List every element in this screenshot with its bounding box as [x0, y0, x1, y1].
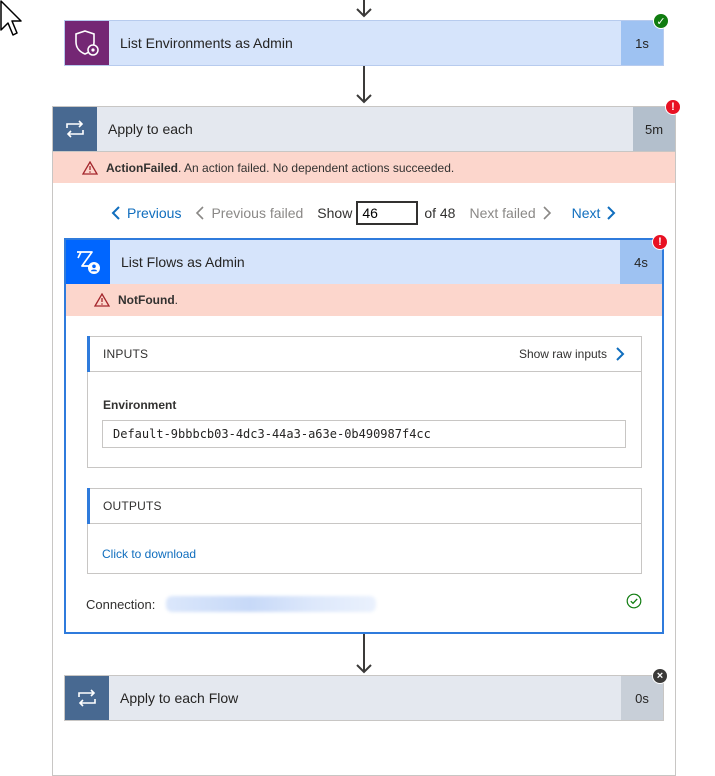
error-banner: NotFound.: [66, 284, 662, 316]
show-raw-inputs-link[interactable]: Show raw inputs: [519, 347, 625, 361]
chevron-left-icon: [111, 206, 120, 220]
previous-failed-label: Previous failed: [211, 205, 304, 221]
arrow-down-icon: [356, 94, 372, 104]
loop-icon: [66, 120, 84, 138]
loop-icon: [78, 689, 96, 707]
error-exclamation-icon: !: [665, 99, 681, 115]
outputs-heading: OUTPUTS: [103, 499, 162, 513]
action-card-apply-to-each[interactable]: Apply to each 5m: [52, 106, 676, 152]
next-failed-label: Next failed: [469, 205, 536, 221]
action-title: List Flows as Admin: [121, 254, 245, 270]
iteration-total: of 48: [424, 205, 456, 221]
connection-ok-check-icon: [626, 593, 642, 609]
flow-admin-icon: [77, 251, 100, 274]
error-banner: ActionFailed. An action failed. No depen…: [53, 152, 675, 183]
action-card-list-flows-header[interactable]: List Flows as Admin 4s: [66, 240, 662, 284]
show-raw-inputs-label: Show raw inputs: [518, 347, 607, 361]
action-card-apply-to-each-flow[interactable]: Apply to each Flow 0s: [64, 675, 664, 721]
previous-label: Previous: [127, 205, 182, 221]
next-button[interactable]: Next: [572, 205, 617, 221]
success-check-icon: ✓: [653, 13, 669, 29]
arrow-down-icon: [356, 8, 372, 18]
error-exclamation-icon: !: [652, 234, 668, 250]
iteration-number-input[interactable]: [356, 201, 419, 225]
error-code: ActionFailed: [106, 160, 179, 175]
inputs-heading: INPUTS: [103, 347, 149, 361]
warning-icon: [82, 160, 98, 175]
outputs-section-header: OUTPUTS: [87, 488, 641, 524]
environment-value[interactable]: Default-9bbbcb03-4dc3-44a3-a63e-0b490987…: [102, 420, 626, 448]
action-card-list-environments[interactable]: List Environments as Admin 1s: [64, 20, 664, 66]
error-message: . An action failed. No dependent actions…: [178, 160, 455, 175]
inputs-section-header: INPUTS Show raw inputs: [87, 336, 641, 372]
action-icon-tile: [65, 21, 109, 65]
click-to-download-link[interactable]: Click to download: [102, 547, 196, 561]
show-label: Show: [317, 205, 353, 221]
previous-button[interactable]: Previous: [111, 205, 181, 221]
chevron-right-icon: [616, 347, 625, 361]
next-label: Next: [571, 205, 601, 221]
mouse-cursor-icon: [0, 0, 22, 36]
shield-gear-icon: [75, 30, 99, 56]
warning-icon: [94, 293, 110, 307]
environment-label: Environment: [103, 398, 177, 412]
chevron-right-icon: [543, 206, 551, 220]
next-failed-button[interactable]: Next failed: [469, 205, 551, 221]
chevron-left-icon: [196, 206, 205, 220]
action-icon-tile: [65, 676, 109, 720]
connection-redacted-blur: [166, 596, 376, 612]
outputs-section: OUTPUTS: [87, 488, 642, 574]
arrow-down-icon: [356, 664, 372, 674]
chevron-right-icon: [607, 206, 616, 220]
action-title: Apply to each: [108, 121, 193, 137]
iteration-pager: Previous Previous failed Show of 48 Next…: [111, 200, 616, 226]
connection-label: Connection:: [86, 597, 156, 612]
action-title: Apply to each Flow: [120, 690, 239, 706]
error-message: .: [174, 293, 178, 307]
action-icon-tile: [53, 107, 97, 151]
action-title: List Environments as Admin: [120, 35, 293, 51]
skipped-x-icon: ×: [652, 668, 668, 684]
error-code: NotFound: [118, 293, 175, 307]
previous-failed-button[interactable]: Previous failed: [195, 205, 303, 221]
action-icon-tile: [66, 240, 110, 284]
